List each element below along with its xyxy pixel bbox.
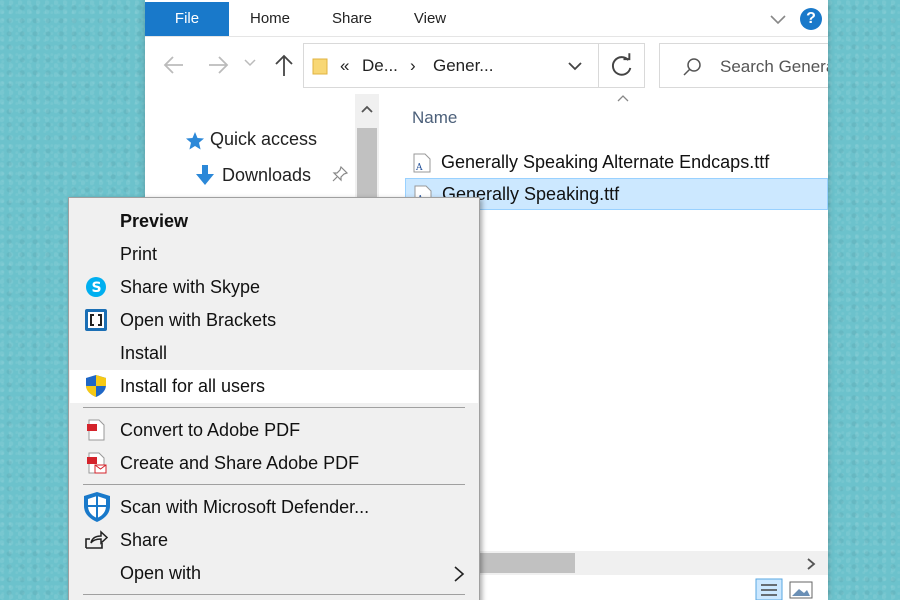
menu-item-open-with-brackets[interactable]: Open with Brackets xyxy=(70,304,478,337)
font-file-icon: A xyxy=(413,153,431,173)
share-icon xyxy=(85,530,108,549)
file-row[interactable]: A Generally Speaking Alternate Endcaps.t… xyxy=(405,147,828,179)
nav-item-quick-access[interactable]: Quick access xyxy=(210,129,317,150)
menu-item-print[interactable]: Print xyxy=(70,238,478,271)
menu-item-install-for-all-users[interactable]: Install for all users xyxy=(70,370,478,403)
arrow-left-icon[interactable] xyxy=(161,52,187,78)
context-menu: Preview Print S Share with Skype Open wi… xyxy=(68,197,480,600)
ribbon-bar: File Home Share View ? xyxy=(145,0,828,37)
search-icon xyxy=(683,58,701,76)
svg-text:A: A xyxy=(415,163,423,173)
menu-separator xyxy=(83,594,465,595)
menu-separator xyxy=(83,484,465,485)
address-dropdown-chevron-icon[interactable] xyxy=(567,60,583,72)
menu-item-label: Install xyxy=(120,343,168,363)
large-icons-view-icon[interactable] xyxy=(787,578,815,600)
menu-separator xyxy=(83,407,465,408)
pin-icon[interactable] xyxy=(332,166,348,182)
breadcrumb-desktop[interactable]: De... xyxy=(362,56,398,76)
adobe-pdf-icon xyxy=(87,419,105,441)
sort-ascending-caret-icon xyxy=(617,95,629,102)
chevron-right-icon xyxy=(454,566,465,582)
menu-item-share[interactable]: Share xyxy=(70,524,478,557)
nav-item-downloads[interactable]: Downloads xyxy=(222,165,311,186)
menu-item-create-and-share-adobe-pdf[interactable]: Create and Share Adobe PDF xyxy=(70,447,478,480)
tab-home[interactable]: Home xyxy=(237,2,303,36)
svg-text:S: S xyxy=(92,280,102,296)
menu-item-label: Convert to Adobe PDF xyxy=(120,420,301,440)
menu-item-label: Open with Brackets xyxy=(120,310,277,330)
search-input[interactable]: Search Genera xyxy=(659,43,828,88)
uac-shield-icon xyxy=(86,375,106,397)
menu-item-preview[interactable]: Preview xyxy=(70,205,478,238)
menu-item-label: Scan with Microsoft Defender... xyxy=(120,497,370,517)
breadcrumb-separator[interactable]: › xyxy=(410,56,416,76)
skype-icon: S xyxy=(86,277,106,297)
menu-item-label: Share with Skype xyxy=(120,277,261,297)
menu-item-open-with[interactable]: Open with xyxy=(70,557,478,590)
download-arrow-icon xyxy=(196,165,214,185)
menu-item-scan-with-microsoft-defender[interactable]: Scan with Microsoft Defender... xyxy=(70,491,478,524)
search-placeholder: Search Genera xyxy=(720,57,828,76)
menu-item-label: Share xyxy=(120,530,169,550)
help-button[interactable]: ? xyxy=(800,8,822,30)
arrow-up-icon[interactable] xyxy=(271,52,297,78)
tab-file[interactable]: File xyxy=(145,2,229,36)
menu-item-label: Install for all users xyxy=(120,376,266,396)
adobe-pdf-share-icon xyxy=(87,452,107,474)
address-bar[interactable]: « De... › Gener... xyxy=(303,43,645,88)
column-header-name[interactable]: Name xyxy=(412,108,457,128)
chevron-down-icon[interactable] xyxy=(243,56,257,70)
menu-item-label: Preview xyxy=(120,211,189,231)
arrow-right-icon[interactable] xyxy=(205,52,231,78)
tab-view[interactable]: View xyxy=(403,2,457,36)
horizontal-scroll-thumb[interactable] xyxy=(480,553,575,573)
breadcrumb-folder[interactable]: Gener... xyxy=(433,56,493,76)
refresh-icon[interactable] xyxy=(598,43,645,88)
menu-item-label: Create and Share Adobe PDF xyxy=(120,453,360,473)
menu-item-label: Print xyxy=(120,244,158,264)
folder-icon xyxy=(312,58,328,75)
menu-item-install[interactable]: Install xyxy=(70,337,478,370)
details-view-icon[interactable] xyxy=(755,578,783,600)
scroll-right-icon[interactable] xyxy=(806,557,816,571)
file-name: Generally Speaking Alternate Endcaps.ttf xyxy=(441,152,770,172)
tab-share[interactable]: Share xyxy=(321,2,383,36)
scroll-up-icon[interactable] xyxy=(360,104,374,114)
star-icon xyxy=(186,132,204,150)
ribbon-expand-chevron-icon[interactable] xyxy=(769,10,787,28)
address-overflow[interactable]: « xyxy=(340,56,349,76)
menu-item-convert-to-adobe-pdf[interactable]: Convert to Adobe PDF xyxy=(70,414,478,447)
menu-item-share-with-skype[interactable]: S Share with Skype xyxy=(70,271,478,304)
defender-shield-icon xyxy=(84,492,110,522)
brackets-icon xyxy=(85,309,107,331)
menu-item-label: Open with xyxy=(120,563,202,583)
